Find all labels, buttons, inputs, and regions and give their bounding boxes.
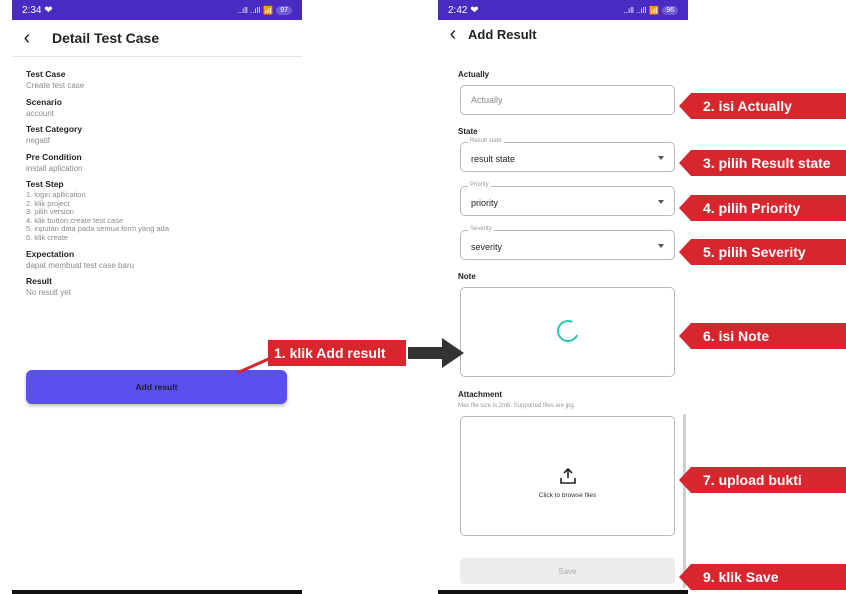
field-value: account <box>26 108 55 118</box>
app-bar: ‹ Detail Test Case <box>12 20 302 57</box>
test-step-label: Test Step <box>26 179 64 189</box>
attachment-label: Attachment <box>458 390 503 399</box>
note-label: Note <box>458 272 476 281</box>
detail-test-case-screen: 2:34 ❤ ..ıll ..ıll 📶 97 ‹ Detail Test Ca… <box>12 0 302 594</box>
annotation-step-7: 7. upload bukti <box>679 467 846 493</box>
back-arrow-icon[interactable]: ‹ <box>438 23 468 46</box>
severity-select[interactable]: Severity severity <box>460 226 675 260</box>
actually-placeholder: Actually <box>471 95 503 105</box>
app-bar: ‹ Add Result <box>438 20 688 48</box>
field-label: Pre Condition <box>26 151 82 162</box>
dropdown-caret-icon <box>658 156 664 160</box>
right-arrow-icon <box>408 338 464 368</box>
status-time: 2:42 <box>448 4 468 16</box>
page-title: Add Result <box>468 26 537 42</box>
bottom-edge <box>438 590 688 594</box>
result-label: Result <box>26 276 52 287</box>
detail-content: Test Case Create test case Scenario acco… <box>12 57 302 304</box>
notification-icon: ❤ <box>44 4 53 16</box>
result-value: No result yet <box>26 288 71 298</box>
note-textarea[interactable] <box>460 287 675 377</box>
status-time: 2:34 <box>22 4 42 16</box>
severity-legend: Severity <box>468 226 494 232</box>
priority-select[interactable]: Priority priority <box>460 182 675 216</box>
state-label: State <box>458 127 478 136</box>
annotation-step-5: 5. pilih Severity <box>679 239 846 265</box>
browse-files-text: Click to browse files <box>538 492 597 499</box>
dropdown-caret-icon <box>658 200 664 204</box>
add-result-screen: 2:42 ❤ ..ıll ..ıll 📶 96 ‹ Add Result Act… <box>438 0 688 594</box>
field-label: Test Category <box>26 124 83 134</box>
expectation-value: dapat membuat test case baru <box>26 260 135 270</box>
severity-value: severity <box>471 242 503 252</box>
test-step: 6. klik create <box>26 232 69 242</box>
notification-icon: ❤ <box>470 4 479 16</box>
dropdown-caret-icon <box>658 244 664 248</box>
result-state-select[interactable]: Result state result state <box>460 138 675 172</box>
annotation-step-4: 4. pilih Priority <box>679 195 846 221</box>
actually-label: Actually <box>458 70 490 79</box>
scrollbar[interactable] <box>683 414 686 588</box>
actually-input[interactable]: Actually <box>460 85 675 115</box>
back-arrow-icon[interactable]: ‹ <box>12 27 42 50</box>
loading-spinner-icon <box>553 316 583 346</box>
wifi-icon: 📶 <box>263 5 274 15</box>
expectation-label: Expectation <box>26 248 75 259</box>
priority-legend: Priority <box>468 182 491 188</box>
field-value: negatif <box>26 136 51 145</box>
page-title: Detail Test Case <box>52 30 160 46</box>
field-label: Scenario <box>26 96 62 107</box>
save-button[interactable]: Save <box>460 558 675 584</box>
signal-icon: ..ıll ..ıll <box>623 5 647 15</box>
annotation-step-3: 3. pilih Result state <box>679 150 846 176</box>
file-upload-area[interactable]: Click to browse files <box>460 416 675 536</box>
signal-icon: ..ıll ..ıll <box>237 5 261 15</box>
priority-value: priority <box>471 198 499 208</box>
attachment-hint: Max file size is 2mb. Supported files ar… <box>458 403 574 409</box>
annotation-step-9: 9. klik Save <box>679 564 846 590</box>
test-step-list: 1. login apllication 2. klik project 3. … <box>26 190 288 243</box>
battery-icon: 96 <box>662 5 678 15</box>
result-state-value: result state <box>471 154 516 164</box>
field-value: install aplication <box>26 163 83 173</box>
status-bar: 2:42 ❤ ..ıll ..ıll 📶 96 <box>438 0 688 20</box>
battery-icon: 97 <box>276 5 292 15</box>
result-state-legend: Result state <box>468 138 504 144</box>
add-result-button[interactable]: Add result <box>26 370 287 404</box>
field-label: Test Case <box>26 69 66 79</box>
status-bar: 2:34 ❤ ..ıll ..ıll 📶 97 <box>12 0 302 20</box>
upload-icon <box>560 467 576 484</box>
annotation-step-6: 6. isi Note <box>679 323 846 349</box>
annotation-step-2: 2. isi Actually <box>679 93 846 119</box>
bottom-edge <box>12 590 302 594</box>
wifi-icon: 📶 <box>649 5 660 15</box>
annotation-step-1: 1. klik Add result <box>268 340 406 366</box>
field-value: Create test case <box>26 81 85 90</box>
